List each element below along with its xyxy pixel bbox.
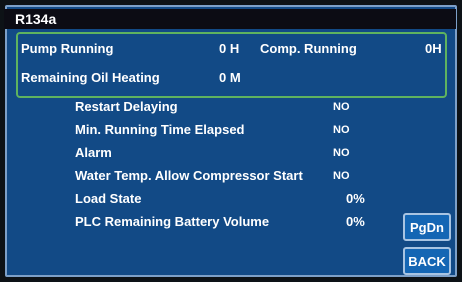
back-button[interactable]: BACK xyxy=(403,247,451,275)
restart-delaying-label: Restart Delaying xyxy=(75,99,178,114)
page-title: R134a xyxy=(15,11,57,27)
min-running-time-value: NO xyxy=(333,124,350,136)
comp-running-value: 0H xyxy=(425,41,442,56)
comp-running-label: Comp. Running xyxy=(260,41,357,56)
plc-battery-label: PLC Remaining Battery Volume xyxy=(75,214,270,229)
pump-running-value: 0 H xyxy=(219,41,240,56)
load-state-label: Load State xyxy=(75,191,142,206)
remaining-oil-heating-label: Remaining Oil Heating xyxy=(21,70,160,85)
plc-battery-value: 0% xyxy=(346,214,365,229)
remaining-oil-heating-value: 0 M xyxy=(219,70,241,85)
pump-running-label: Pump Running xyxy=(21,41,114,56)
alarm-label: Alarm xyxy=(75,145,112,160)
load-state-value: 0% xyxy=(346,191,365,206)
hmi-screen: R134a Pump Running 0 H Comp. Running 0H … xyxy=(0,0,462,282)
min-running-time-label: Min. Running Time Elapsed xyxy=(75,122,245,137)
page-down-button[interactable]: PgDn xyxy=(403,213,451,241)
title-bar xyxy=(4,9,456,29)
restart-delaying-value: NO xyxy=(333,101,350,113)
alarm-value: NO xyxy=(333,147,350,159)
water-temp-allow-label: Water Temp. Allow Compressor Start xyxy=(75,168,303,183)
water-temp-allow-value: NO xyxy=(333,170,350,182)
